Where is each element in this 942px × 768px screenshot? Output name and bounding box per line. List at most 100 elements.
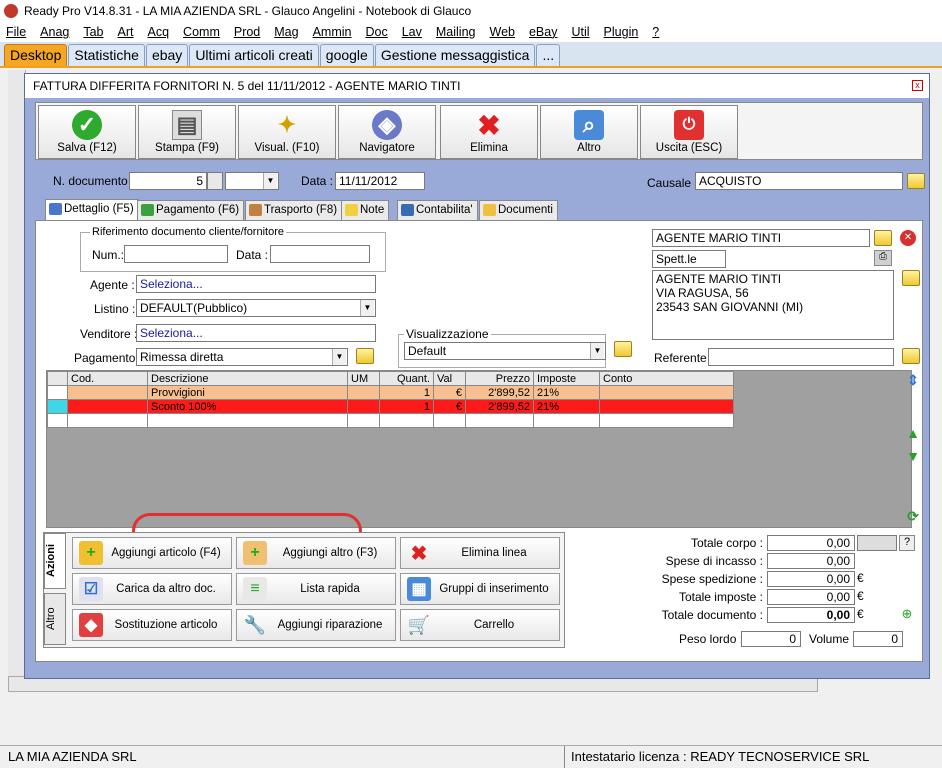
menu-art[interactable]: Art — [118, 25, 134, 39]
cell-conto[interactable] — [599, 413, 734, 428]
tab-azioni[interactable]: Azioni — [44, 533, 66, 589]
cell-um[interactable] — [347, 385, 380, 400]
volume-field[interactable]: 0 — [853, 631, 903, 647]
menu-doc[interactable]: Doc — [366, 25, 388, 39]
tab-more[interactable]: ... — [536, 44, 561, 66]
doc-number-field[interactable]: 5 — [129, 172, 207, 190]
rif-data-field[interactable] — [270, 245, 370, 263]
tab-note[interactable]: Note — [341, 200, 390, 220]
cell-descrizione[interactable] — [147, 413, 348, 428]
row-selector[interactable] — [47, 399, 68, 414]
cell-imposte[interactable]: 21% — [533, 385, 600, 400]
menu-tab[interactable]: Tab — [83, 25, 103, 39]
replace-article-button[interactable]: ◆ Sostituzione articolo — [72, 609, 232, 641]
tab-dettaglio[interactable]: Dettaglio (F5) — [45, 199, 139, 221]
table-row[interactable] — [47, 413, 734, 428]
grid-header-cod[interactable]: Cod. — [67, 371, 148, 386]
row-selector[interactable] — [47, 385, 68, 400]
cell-um[interactable] — [347, 413, 380, 428]
tab-pagamento[interactable]: Pagamento (F6) — [137, 200, 245, 220]
tab-contabilita[interactable]: Contabilita' — [397, 200, 478, 220]
cell-val[interactable]: € — [433, 385, 466, 400]
exit-button[interactable]: ⏻ Uscita (ESC) — [640, 105, 738, 159]
date-field[interactable]: 11/11/2012 — [335, 172, 425, 190]
agente-field[interactable]: Seleziona... — [136, 275, 376, 293]
menu-file[interactable]: File — [6, 25, 26, 39]
cell-prezzo[interactable] — [465, 413, 534, 428]
folder-icon[interactable] — [874, 230, 892, 246]
cell-imposte[interactable] — [533, 413, 600, 428]
cell-cod[interactable] — [67, 413, 148, 428]
peso-lordo-field[interactable]: 0 — [741, 631, 801, 647]
grid-header-imposte[interactable]: Imposte — [533, 371, 600, 386]
cell-val[interactable]: € — [433, 399, 466, 414]
menu-comm[interactable]: Comm — [183, 25, 220, 39]
tab-altro[interactable]: Altro — [44, 593, 66, 645]
help-button[interactable]: ? — [899, 535, 915, 551]
grid-header-prezzo[interactable]: Prezzo — [465, 371, 534, 386]
pagamento-select[interactable]: Rimessa diretta ▼ — [136, 348, 348, 366]
table-row[interactable]: Sconto 100% 1 € 2'899,52 21% — [47, 399, 734, 414]
folder-icon[interactable] — [614, 341, 632, 357]
tab-statistiche[interactable]: Statistiche — [68, 44, 145, 66]
visualizzazione-select[interactable]: Default ▼ — [404, 342, 606, 360]
menu-ebay[interactable]: eBay — [529, 25, 558, 39]
grid-header-conto[interactable]: Conto — [599, 371, 734, 386]
menu-acq[interactable]: Acq — [148, 25, 170, 39]
add-article-button[interactable]: + Aggiungi articolo (F4) — [72, 537, 232, 569]
spese-incasso-field[interactable]: 0,00 — [767, 553, 855, 569]
menu-prod[interactable]: Prod — [234, 25, 260, 39]
print-label-icon[interactable]: ⎙ — [874, 250, 892, 266]
venditore-field[interactable]: Seleziona... — [136, 324, 376, 342]
folder-icon[interactable] — [907, 173, 925, 189]
doc-series-select[interactable]: ▼ — [225, 172, 279, 190]
preview-button[interactable]: ✦ Visual. (F10) — [238, 105, 336, 159]
folder-icon[interactable] — [356, 348, 374, 364]
tab-documenti[interactable]: Documenti — [479, 200, 558, 220]
doc-number-spinner[interactable] — [207, 172, 223, 190]
grid-header-quant[interactable]: Quant. — [379, 371, 434, 386]
menu-lav[interactable]: Lav — [402, 25, 422, 39]
table-row[interactable]: Provvigioni 1 € 2'899,52 21% — [47, 385, 734, 400]
cell-descrizione[interactable]: Provvigioni — [147, 385, 348, 400]
grid-header-descrizione[interactable]: Descrizione — [147, 371, 348, 386]
save-button[interactable]: ✓ Salva (F12) — [38, 105, 136, 159]
tab-ebay[interactable]: ebay — [145, 44, 189, 66]
cell-cod[interactable] — [67, 399, 148, 414]
tab-gestione-messaggistica[interactable]: Gestione messaggistica — [374, 44, 536, 66]
causale-field[interactable]: ACQUISTO — [695, 172, 903, 190]
rif-num-field[interactable] — [124, 245, 228, 263]
tab-trasporto[interactable]: Trasporto (F8) — [245, 200, 343, 220]
delete-line-button[interactable]: ✖ Elimina linea — [400, 537, 560, 569]
tab-ultimi-articoli[interactable]: Ultimi articoli creati — [189, 44, 319, 66]
menu-plugin[interactable]: Plugin — [604, 25, 639, 39]
delete-button[interactable]: ✖ Elimina — [440, 105, 538, 159]
menu-mag[interactable]: Mag — [274, 25, 298, 39]
other-button[interactable]: ⌕ Altro — [540, 105, 638, 159]
move-down-icon[interactable]: ▼ — [904, 447, 922, 465]
tab-google[interactable]: google — [319, 44, 374, 66]
spese-spedizione-field[interactable]: 0,00 — [767, 571, 855, 587]
navigator-button[interactable]: ◈ Navigatore — [338, 105, 436, 159]
sort-updown-icon[interactable]: ⇕ — [904, 371, 922, 389]
menu-ammin[interactable]: Ammin — [313, 25, 352, 39]
folder-icon[interactable] — [902, 348, 920, 364]
add-repair-button[interactable]: 🔧 Aggiungi riparazione — [236, 609, 396, 641]
menu-util[interactable]: Util — [571, 25, 589, 39]
cell-imposte[interactable]: 21% — [533, 399, 600, 414]
quick-list-button[interactable]: ≡ Lista rapida — [236, 573, 396, 605]
cell-quant[interactable]: 1 — [379, 385, 434, 400]
menu-mailing[interactable]: Mailing — [436, 25, 476, 39]
grid-header-val[interactable]: Val — [433, 371, 466, 386]
cliente-name-field[interactable]: AGENTE MARIO TINTI — [652, 229, 870, 247]
row-selector[interactable] — [47, 413, 68, 428]
refresh-icon[interactable]: ⟳ — [904, 507, 922, 525]
address-box[interactable]: AGENTE MARIO TINTI VIA RAGUSA, 56 23543 … — [652, 270, 894, 340]
cell-val[interactable] — [433, 413, 466, 428]
spett-field[interactable]: Spett.le — [652, 250, 726, 268]
window-close-icon[interactable]: x — [912, 80, 923, 91]
cell-conto[interactable] — [599, 399, 734, 414]
menu-anag[interactable]: Anag — [40, 25, 69, 39]
add-other-button[interactable]: + Aggiungi altro (F3) — [236, 537, 396, 569]
cell-conto[interactable] — [599, 385, 734, 400]
